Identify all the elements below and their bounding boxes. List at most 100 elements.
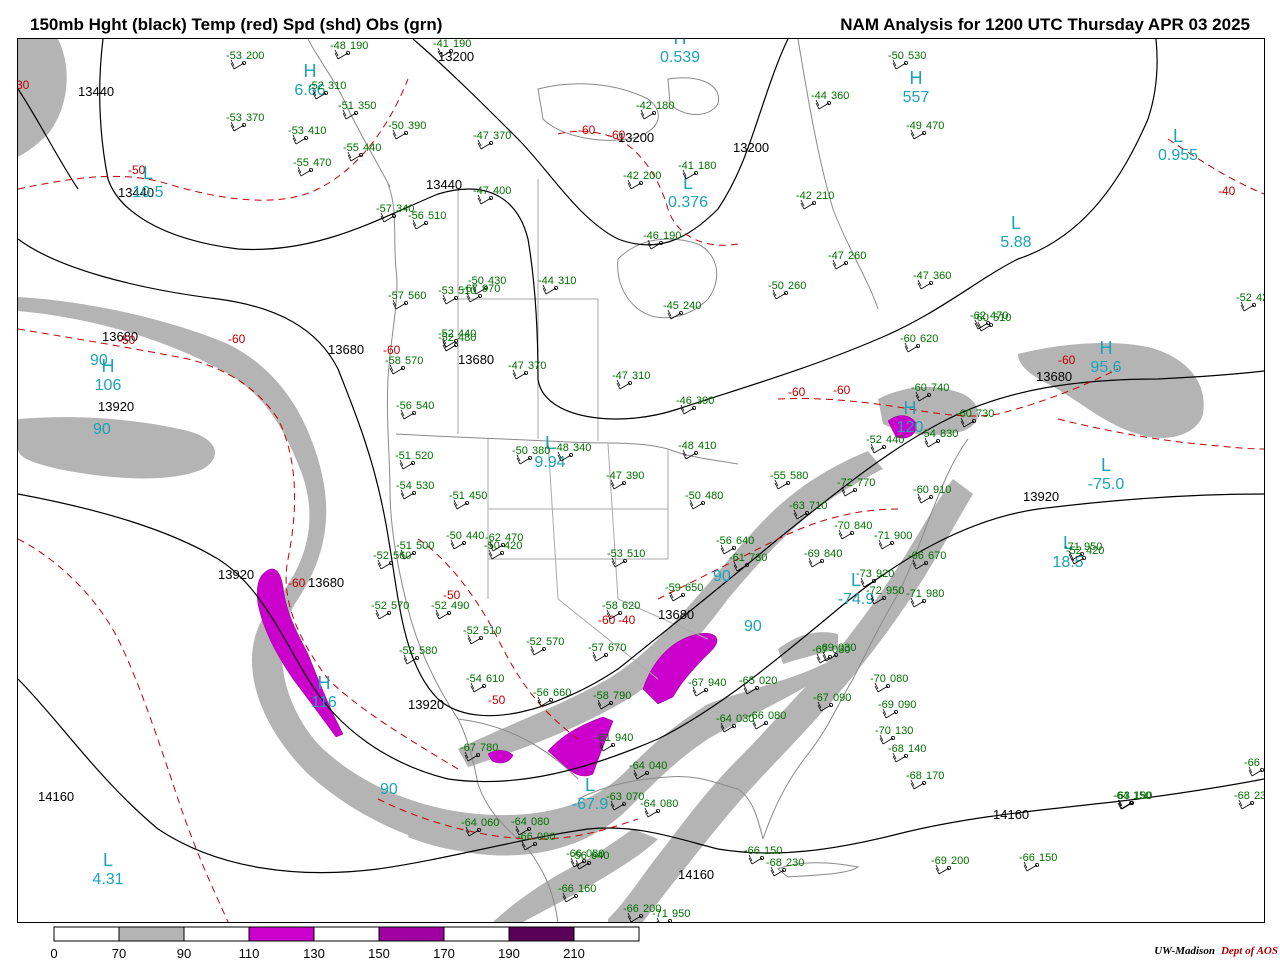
station-obs: -52 560 <box>373 550 411 570</box>
station-obs: -49 470 <box>906 120 944 140</box>
legend-bin <box>313 926 380 942</box>
station-obs: -58 570 <box>385 355 423 375</box>
obs-height: 200 <box>951 855 969 867</box>
contour-label: 13440 <box>426 177 462 192</box>
coastline-greenland <box>797 39 879 310</box>
obs-temperature: -67 <box>688 677 704 689</box>
station-obs: -57 670 <box>588 642 626 662</box>
contour-label: -60 <box>598 613 616 627</box>
obs-temperature: -66 <box>1019 852 1035 864</box>
obs-height: 390 <box>696 395 714 407</box>
station-obs: -70 080 <box>870 673 908 693</box>
obs-temperature: -69 <box>931 855 947 867</box>
obs-height: 660 <box>553 687 571 699</box>
obs-height: 420 <box>1256 292 1264 304</box>
obs-height: 360 <box>831 90 849 102</box>
contour-label: 13920 <box>1023 489 1059 504</box>
obs-temperature: -68 <box>906 770 922 782</box>
obs-height: 570 <box>405 355 423 367</box>
obs-temperature: -70 <box>870 673 886 685</box>
obs-height: 370 <box>493 130 511 142</box>
obs-height: 310 <box>328 80 346 92</box>
obs-temperature: -67 <box>462 283 478 295</box>
obs-height: 190 <box>453 39 471 50</box>
obs-height: 440 <box>886 434 904 446</box>
obs-height: 620 <box>920 333 938 345</box>
obs-height: 770 <box>857 477 875 489</box>
obs-temperature: -44 <box>538 275 554 287</box>
obs-temperature: -63 <box>1114 790 1130 802</box>
credit-line: UW-Madison Dept of AOS <box>1154 945 1278 957</box>
legend-tick-label: 90 <box>177 946 191 960</box>
obs-temperature: -57 <box>588 642 604 654</box>
obs-temperature: -53 <box>288 125 304 137</box>
obs-temperature: -52 <box>373 550 389 562</box>
station-obs: -57 560 <box>388 290 426 310</box>
border-provinces <box>457 179 599 441</box>
credit-dept: Dept of AOS <box>1220 945 1278 957</box>
pressure-center: L0.376 <box>668 173 708 211</box>
map-valid-time: NAM Analysis for 1200 UTC Thursday APR 0… <box>840 15 1250 34</box>
station-obs: -68 140 <box>888 743 926 763</box>
station-obs: -68 230 <box>1234 790 1264 810</box>
contour-label: -60 <box>288 576 306 590</box>
obs-height: 090 <box>833 692 851 704</box>
station-obs: -71 950 <box>652 908 690 922</box>
station-obs: -70 130 <box>875 725 913 745</box>
credit-org: UW-Madison <box>1154 945 1215 957</box>
obs-height: 420 <box>1086 545 1104 557</box>
obs-temperature: -53 <box>438 285 454 297</box>
obs-height: 620 <box>622 600 640 612</box>
center-letter: L <box>103 850 113 870</box>
station-obs: -71 900 <box>874 530 912 550</box>
obs-height: 640 <box>736 535 754 547</box>
center-value: -67.9 <box>572 796 609 813</box>
center-value: 10.5 <box>132 184 163 201</box>
contour-label: -60 <box>578 123 596 137</box>
obs-height: 560 <box>408 290 426 302</box>
obs-height: 940 <box>708 677 726 689</box>
obs-temperature: -51 <box>449 490 465 502</box>
height-13920-contour <box>18 493 1264 783</box>
obs-height: 510 <box>627 548 645 560</box>
obs-height: 200 <box>246 50 264 62</box>
station-obs: -67 940 <box>688 677 726 697</box>
station-obs: -54 530 <box>396 480 434 500</box>
contour-label: 13200 <box>438 49 474 64</box>
obs-temperature: -63 <box>789 500 805 512</box>
obs-temperature: -56 <box>533 687 549 699</box>
obs-temperature: -47 <box>606 470 622 482</box>
obs-height: 530 <box>416 480 434 492</box>
center-letter: L <box>1011 213 1021 233</box>
station-obs: -50 260 <box>768 280 806 300</box>
obs-height: 400 <box>493 185 511 197</box>
station-obs: -54 830 <box>920 428 958 448</box>
center-value: 116 <box>311 694 337 711</box>
legend-tick-label: 130 <box>303 946 325 960</box>
station-obs: -69 200 <box>931 855 969 875</box>
station-obs: -52 570 <box>371 600 409 620</box>
legend-bin <box>573 926 640 942</box>
center-letter: H <box>904 398 917 418</box>
speed-legend: 0 70 90 110 130 150 170 190 210 <box>0 922 660 961</box>
station-obs: -55 440 <box>343 142 381 162</box>
obs-temperature: -66 <box>623 903 639 915</box>
obs-height: 060 <box>481 817 499 829</box>
obs-height: 080 <box>660 798 678 810</box>
wind-speed-core-shading <box>256 415 917 777</box>
obs-temperature: -50 <box>512 445 528 457</box>
obs-height: 980 <box>926 588 944 600</box>
obs-temperature: -50 <box>888 50 904 62</box>
contour-label: 13680 <box>1036 369 1072 384</box>
contour-label: 13920 <box>218 567 254 582</box>
obs-temperature: -42 <box>636 100 652 112</box>
obs-temperature: -59 <box>665 582 681 594</box>
obs-temperature: -57 <box>376 203 392 215</box>
pressure-center: L4.31 <box>92 850 123 888</box>
obs-temperature: -49 <box>906 120 922 132</box>
obs-height: 920 <box>876 568 894 580</box>
station-obs: -50 390 <box>388 120 426 140</box>
obs-temperature: -69 <box>818 642 834 654</box>
obs-temperature: -52 <box>399 645 415 657</box>
obs-height: 080 <box>537 831 555 843</box>
